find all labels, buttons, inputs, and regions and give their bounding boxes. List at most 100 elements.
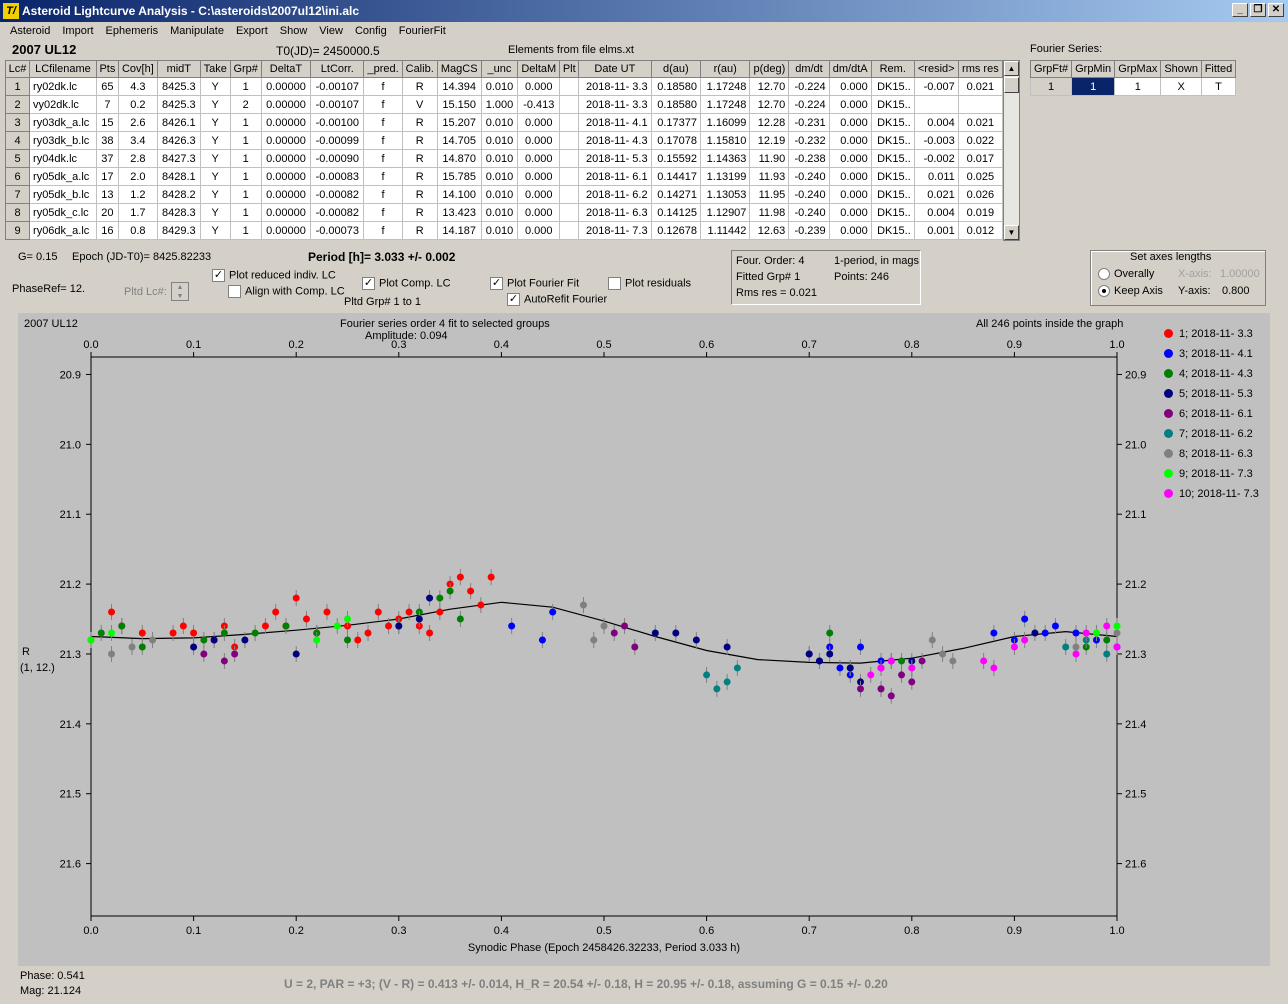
- table-cell[interactable]: 1.16099: [700, 113, 751, 132]
- table-cell[interactable]: 11.95: [749, 185, 790, 204]
- table-cell[interactable]: -0.00090: [310, 149, 365, 168]
- column-header[interactable]: rms res: [957, 60, 1004, 78]
- table-cell[interactable]: Y: [199, 203, 231, 222]
- minimize-icon[interactable]: _: [1232, 3, 1248, 17]
- table-cell[interactable]: 0.021: [957, 113, 1004, 132]
- table-cell[interactable]: 1: [229, 77, 262, 96]
- table-cell[interactable]: 1.15810: [700, 131, 751, 150]
- table-cell[interactable]: 0.000: [828, 131, 872, 150]
- table-row[interactable]: 3 ry03dk_a.lc 15 2.6 8426.1 Y 1 0.00000 -0.00100…: [4, 113, 1004, 132]
- table-cell[interactable]: f: [363, 95, 403, 114]
- fourier-cell[interactable]: 1: [1114, 77, 1162, 96]
- table-cell[interactable]: 1.17248: [700, 95, 751, 114]
- table-cell[interactable]: 1: [229, 113, 262, 132]
- table-cell[interactable]: R: [401, 77, 438, 96]
- table-cell[interactable]: R: [401, 167, 438, 186]
- table-scrollbar[interactable]: ▲ ▼: [1003, 60, 1020, 241]
- table-cell[interactable]: 15.207: [436, 113, 482, 132]
- row-number[interactable]: 6: [4, 167, 31, 186]
- table-cell[interactable]: f: [363, 113, 403, 132]
- table-cell[interactable]: 0.021: [913, 185, 959, 204]
- table-cell[interactable]: 2018-11- 4.1: [578, 113, 652, 132]
- table-cell[interactable]: 2.0: [117, 167, 158, 186]
- table-cell[interactable]: -0.00107: [310, 77, 365, 96]
- table-cell[interactable]: 12.63: [749, 221, 790, 240]
- menu-manipulate[interactable]: Manipulate: [164, 22, 230, 41]
- table-cell[interactable]: Y: [199, 131, 231, 150]
- column-header[interactable]: Grp#: [229, 60, 262, 78]
- column-header[interactable]: <resid>: [913, 60, 959, 78]
- table-cell[interactable]: DK15..: [870, 167, 915, 186]
- table-cell[interactable]: [957, 95, 1004, 114]
- table-cell[interactable]: 0.000: [828, 77, 872, 96]
- table-cell[interactable]: 0.010: [480, 167, 519, 186]
- table-cell[interactable]: Y: [199, 167, 231, 186]
- table-cell[interactable]: 11.90: [749, 149, 790, 168]
- table-cell[interactable]: 0.017: [957, 149, 1004, 168]
- table-cell[interactable]: Y: [199, 149, 231, 168]
- table-cell[interactable]: 0.010: [480, 221, 519, 240]
- table-cell[interactable]: DK15..: [870, 77, 915, 96]
- table-cell[interactable]: 2.6: [117, 113, 158, 132]
- lightcurve-plot[interactable]: 0.0 0.0 0.1 0.1 0.2 0.2 0.3 0.3 0.4 0.4 0.5 0.5 0.6 0…: [18, 313, 1270, 966]
- column-header[interactable]: d(au): [650, 60, 702, 78]
- column-header[interactable]: _pred.: [363, 60, 403, 78]
- table-cell[interactable]: 0.000: [828, 185, 872, 204]
- table-cell[interactable]: DK15..: [870, 185, 915, 204]
- table-cell[interactable]: -0.00107: [310, 95, 365, 114]
- table-cell[interactable]: 1.17248: [700, 77, 751, 96]
- menu-fourierfit[interactable]: FourierFit: [393, 22, 452, 41]
- table-cell[interactable]: 8425.3: [156, 95, 201, 114]
- column-header[interactable]: MagCS: [436, 60, 482, 78]
- table-cell[interactable]: 1.2: [117, 185, 158, 204]
- table-cell[interactable]: ry05dk_c.lc: [29, 203, 97, 222]
- table-cell[interactable]: f: [363, 77, 403, 96]
- table-cell[interactable]: Y: [199, 221, 231, 240]
- column-header[interactable]: midT: [156, 60, 201, 78]
- table-cell[interactable]: 0.17078: [650, 131, 702, 150]
- table-cell[interactable]: 3.4: [117, 131, 158, 150]
- table-cell[interactable]: 0.000: [517, 149, 561, 168]
- keep-axis-radio[interactable]: Keep Axis: [1098, 285, 1163, 298]
- scroll-thumb[interactable]: [1004, 77, 1019, 93]
- menu-asteroid[interactable]: Asteroid: [4, 22, 56, 41]
- table-cell[interactable]: 0.000: [828, 95, 872, 114]
- table-cell[interactable]: 0.00000: [260, 221, 312, 240]
- table-cell[interactable]: 0.010: [480, 131, 519, 150]
- table-cell[interactable]: 0.000: [517, 203, 561, 222]
- table-row[interactable]: 8 ry05dk_c.lc 20 1.7 8428.3 Y 1 0.00000 -0.00082…: [4, 203, 1004, 222]
- table-cell[interactable]: R: [401, 113, 438, 132]
- table-cell[interactable]: vy02dk.lc: [29, 95, 97, 114]
- table-cell[interactable]: 0.00000: [260, 77, 312, 96]
- table-cell[interactable]: -0.239: [788, 221, 830, 240]
- table-cell[interactable]: 0.000: [517, 77, 561, 96]
- table-cell[interactable]: 11.93: [749, 167, 790, 186]
- table-cell[interactable]: 14.705: [436, 131, 482, 150]
- plot-reduced-checkbox[interactable]: ✓ Plot reduced indiv. LC: [212, 269, 336, 282]
- fourier-cell[interactable]: X: [1160, 77, 1202, 96]
- table-cell[interactable]: -0.238: [788, 149, 830, 168]
- table-cell[interactable]: 0.2: [117, 95, 158, 114]
- table-cell[interactable]: 8427.3: [156, 149, 201, 168]
- table-cell[interactable]: ry02dk.lc: [29, 77, 97, 96]
- table-cell[interactable]: -0.224: [788, 95, 830, 114]
- table-cell[interactable]: 17: [95, 167, 119, 186]
- column-header[interactable]: Rem.: [870, 60, 915, 78]
- table-cell[interactable]: -0.00100: [310, 113, 365, 132]
- table-cell[interactable]: 1: [229, 185, 262, 204]
- row-number[interactable]: 3: [4, 113, 31, 132]
- table-cell[interactable]: 4.3: [117, 77, 158, 96]
- table-cell[interactable]: 0.000: [828, 221, 872, 240]
- table-cell[interactable]: 1: [229, 167, 262, 186]
- table-cell[interactable]: 37: [95, 149, 119, 168]
- table-cell[interactable]: ry06dk_a.lc: [29, 221, 97, 240]
- table-cell[interactable]: DK15..: [870, 203, 915, 222]
- table-cell[interactable]: 14.394: [436, 77, 482, 96]
- table-cell[interactable]: 0.000: [828, 203, 872, 222]
- table-cell[interactable]: 2018-11- 7.3: [578, 221, 652, 240]
- table-cell[interactable]: 2018-11- 6.1: [578, 167, 652, 186]
- row-number[interactable]: 2: [4, 95, 31, 114]
- table-cell[interactable]: 8428.3: [156, 203, 201, 222]
- table-cell[interactable]: V: [401, 95, 438, 114]
- menu-show[interactable]: Show: [274, 22, 314, 41]
